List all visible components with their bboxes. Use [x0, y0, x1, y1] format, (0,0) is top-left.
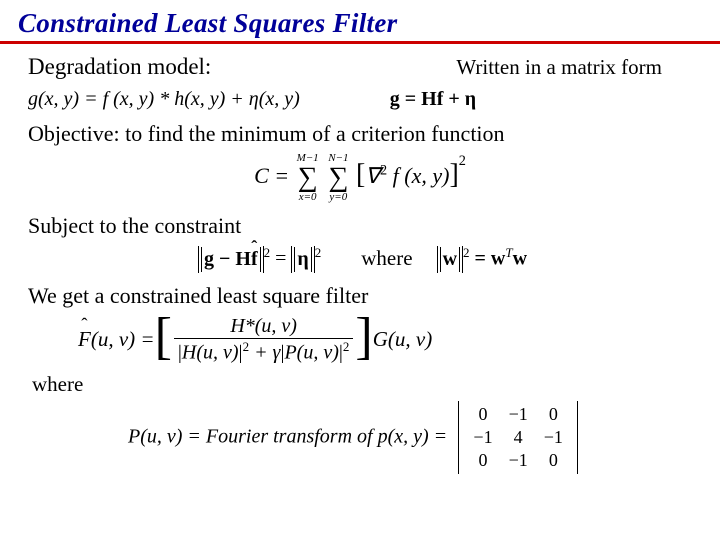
- filter-plus: + γ: [249, 341, 280, 363]
- nabla-icon: ∇: [365, 163, 380, 188]
- eq-matrix: g = Hf + η: [390, 88, 476, 111]
- wnorm-w2: w: [513, 248, 527, 270]
- matrix-cell: 0: [536, 449, 571, 472]
- matrix-p: 0 −1 0 −1 4 −1 0 −1 0: [458, 401, 577, 474]
- label-result: We get a constrained least square filter: [28, 283, 692, 309]
- wnorm-T: T: [505, 245, 512, 260]
- sum-x: M−1 ∑ x=0: [297, 153, 319, 203]
- slide-title: Constrained Least Squares Filter: [18, 8, 702, 39]
- label-objective: Objective: to find the minimum of a crit…: [28, 121, 692, 147]
- constraint-sup1: 2: [264, 245, 271, 260]
- bracket-left-icon: [: [155, 314, 172, 361]
- matrix-cell: 0: [465, 449, 500, 472]
- label-degradation: Degradation model:: [28, 54, 211, 80]
- sum-x-bot: x=0: [299, 192, 317, 203]
- title-rule: [0, 41, 720, 44]
- filter-denH: H(u, v): [182, 341, 239, 363]
- filter-denPsup: 2: [343, 339, 350, 354]
- label-where-2: where: [32, 372, 688, 397]
- eq-criterion: C = M−1 ∑ x=0 N−1 ∑ y=0 [∇2 f (x, y)]2: [18, 153, 702, 203]
- wnorm-eq: = w: [470, 248, 506, 270]
- sigma-icon: ∑: [298, 164, 318, 192]
- row-constraint: g − Hf2 = η2 where w2 = wTw: [198, 245, 692, 273]
- matrix-cell: 4: [501, 426, 536, 449]
- filter-args: (u, v) =: [91, 327, 155, 351]
- label-matrix-form: Written in a matrix form: [456, 55, 692, 80]
- constraint-gHf: g − H: [204, 248, 251, 270]
- crit-C: C =: [254, 163, 289, 188]
- wnorm-w: w: [443, 248, 457, 270]
- filter-G: G(u, v): [373, 327, 432, 352]
- crit-outer-sup: 2: [459, 153, 466, 169]
- row-fourier: P(u, v) = Fourier transform of p(x, y) =…: [128, 401, 702, 474]
- matrix-cell: 0: [536, 403, 571, 426]
- crit-arg: f (x, y): [387, 163, 449, 188]
- label-subject: Subject to the constraint: [28, 213, 692, 239]
- matrix-cell: −1: [501, 449, 536, 472]
- bracket-right-icon: ]: [355, 314, 372, 361]
- constraint-eta: η: [297, 248, 308, 270]
- sigma-icon: ∑: [328, 164, 348, 192]
- sum-y: N−1 ∑ y=0: [328, 153, 348, 203]
- row-eq-degradation: g(x, y) = f (x, y) * h(x, y) + η(x, y) g…: [28, 88, 692, 111]
- eq-wnorm: w2 = wTw: [437, 245, 527, 273]
- filter-Fhat: F: [78, 327, 91, 352]
- matrix-cell: −1: [536, 426, 571, 449]
- matrix-cell: −1: [465, 426, 500, 449]
- filter-denP: P(u, v): [284, 341, 338, 363]
- sum-y-bot: y=0: [329, 192, 347, 203]
- constraint-sup2: 2: [315, 245, 322, 260]
- eq-constraint: g − Hf2 = η2: [198, 245, 321, 273]
- matrix-cell: 0: [465, 403, 500, 426]
- constraint-eq: =: [275, 248, 291, 270]
- row-degradation: Degradation model: Written in a matrix f…: [28, 54, 692, 80]
- eq-fourier-label: P(u, v) = Fourier transform of p(x, y) =: [128, 426, 447, 448]
- eq-degradation: g(x, y) = f (x, y) * h(x, y) + η(x, y): [28, 88, 300, 111]
- matrix-cell: −1: [501, 403, 536, 426]
- filter-fraction: H*(u, v) |H(u, v)|2 + γ|P(u, v)|2: [174, 315, 354, 365]
- constraint-fhat: f: [251, 248, 258, 271]
- filter-num: H*(u, v): [226, 315, 301, 338]
- label-where-1: where: [361, 246, 412, 271]
- eq-filter: F(u, v) = [ H*(u, v) |H(u, v)|2 + γ|P(u,…: [78, 315, 432, 365]
